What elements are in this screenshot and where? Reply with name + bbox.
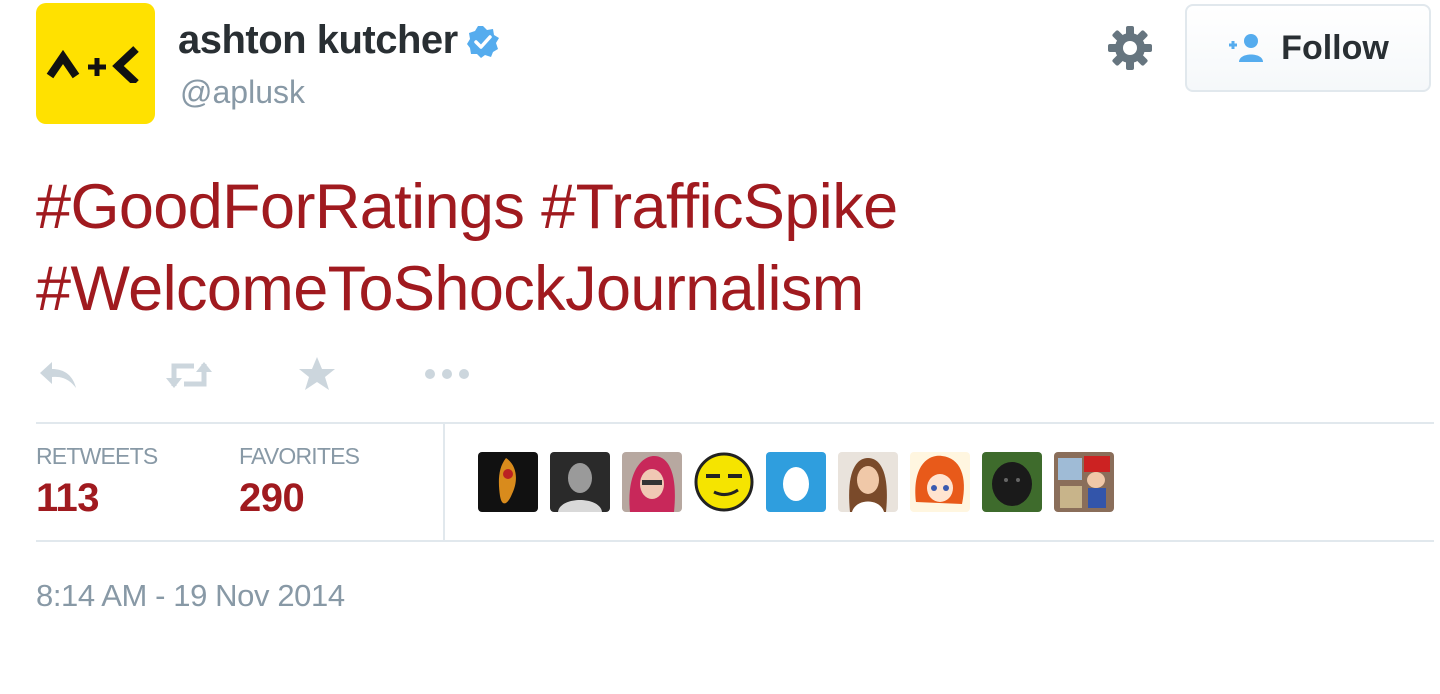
gear-icon[interactable]: [1104, 22, 1156, 74]
more-icon[interactable]: [424, 366, 470, 387]
favoriter-avatar[interactable]: [478, 452, 538, 512]
tweet-text: #GoodForRatings #TrafficSpike #WelcomeTo…: [36, 166, 1416, 330]
user-name-text[interactable]: ashton kutcher: [178, 18, 458, 63]
favorites-count[interactable]: 290: [239, 476, 305, 521]
hashtag-link[interactable]: #WelcomeToShockJournalism: [36, 254, 864, 324]
egg-avatar-icon[interactable]: [766, 452, 826, 512]
retweets-label: RETWEETS: [36, 443, 158, 469]
favoriter-avatar[interactable]: [910, 452, 970, 512]
favoriter-avatar[interactable]: [550, 452, 610, 512]
aplusk-logo: [46, 46, 139, 83]
favoriter-avatar[interactable]: [622, 452, 682, 512]
user-name[interactable]: ashton kutcher: [178, 18, 500, 63]
favoriter-avatar[interactable]: [838, 452, 898, 512]
tweet-timestamp[interactable]: 8:14 AM - 19 Nov 2014: [36, 578, 345, 614]
follow-button[interactable]: Follow: [1185, 4, 1431, 92]
favoriter-avatar[interactable]: [982, 452, 1042, 512]
stats-divider: [443, 424, 445, 542]
divider: [36, 540, 1434, 542]
divider: [36, 422, 1434, 424]
reply-icon[interactable]: [36, 358, 80, 397]
retweets-count[interactable]: 113: [36, 476, 100, 521]
favorites-label: FAVORITES: [239, 443, 360, 469]
user-avatar[interactable]: [36, 3, 155, 124]
hashtag-link[interactable]: #GoodForRatings: [36, 172, 525, 242]
add-user-icon: [1229, 34, 1264, 62]
favorited-by-avatars: [478, 452, 1114, 512]
favoriter-avatar[interactable]: [694, 452, 754, 512]
follow-button-label: Follow: [1281, 28, 1389, 67]
verified-badge-icon: [466, 24, 500, 58]
star-icon[interactable]: [298, 356, 336, 397]
retweet-icon[interactable]: [164, 358, 214, 397]
favoriter-avatar[interactable]: [1054, 452, 1114, 512]
hashtag-link[interactable]: #TrafficSpike: [541, 172, 898, 242]
user-handle[interactable]: @aplusk: [180, 74, 305, 111]
